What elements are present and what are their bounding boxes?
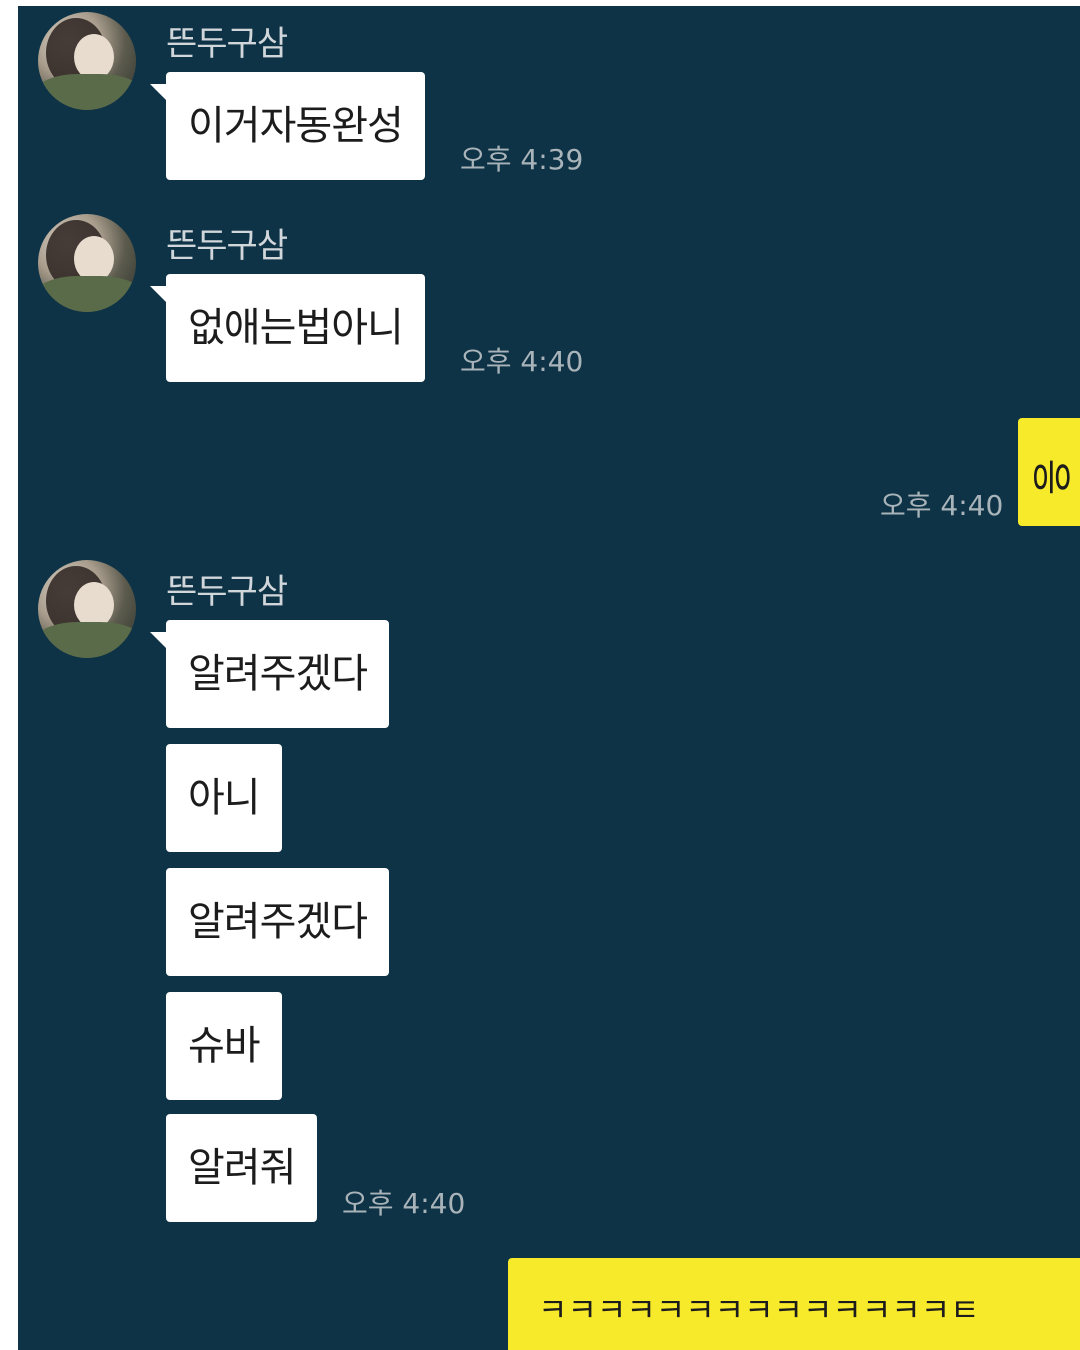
- message-bubble[interactable]: 알려줘: [166, 1114, 318, 1222]
- message-timestamp: 오후 4:40: [342, 1187, 466, 1220]
- message-bubble[interactable]: 이거자동완성: [150, 72, 425, 180]
- message-timestamp: 오후 4:39: [460, 143, 584, 176]
- outgoing-message-text: 응: [1027, 458, 1074, 496]
- avatar[interactable]: [38, 12, 136, 110]
- avatar[interactable]: [38, 214, 136, 312]
- avatar[interactable]: [38, 560, 136, 658]
- sender-name: 뜬두구삼: [166, 226, 288, 266]
- avatar-coat: [38, 622, 136, 658]
- sender-name: 뜬두구삼: [166, 24, 288, 64]
- outgoing-message-bubble[interactable]: ㅋㅋㅋㅋㅋㅋㅋㅋㅋㅋㅋㅋㅋㅋㅌ: [508, 1258, 1080, 1350]
- message-bubble[interactable]: 슈바: [166, 992, 282, 1100]
- avatar-coat: [38, 276, 136, 312]
- chat-room[interactable]: 뜬두구삼 이거자동완성 오후 4:39 뜬두구삼 없애는법아니 오후 4:40 …: [18, 6, 1080, 1350]
- message-bubble[interactable]: 없애는법아니: [150, 274, 425, 382]
- avatar-coat: [38, 74, 136, 110]
- message-timestamp: 오후 4:40: [880, 489, 1004, 522]
- message-timestamp: 오후 4:40: [460, 345, 584, 378]
- message-bubble[interactable]: 알려주겠다: [150, 620, 389, 728]
- outgoing-message-bubble[interactable]: 응: [1018, 418, 1080, 526]
- outgoing-message-text: ㅋㅋㅋㅋㅋㅋㅋㅋㅋㅋㅋㅋㅋㅋㅌ: [538, 1291, 980, 1329]
- message-bubble[interactable]: 아니: [166, 744, 282, 852]
- sender-name: 뜬두구삼: [166, 572, 288, 612]
- message-bubble[interactable]: 알려주겠다: [166, 868, 389, 976]
